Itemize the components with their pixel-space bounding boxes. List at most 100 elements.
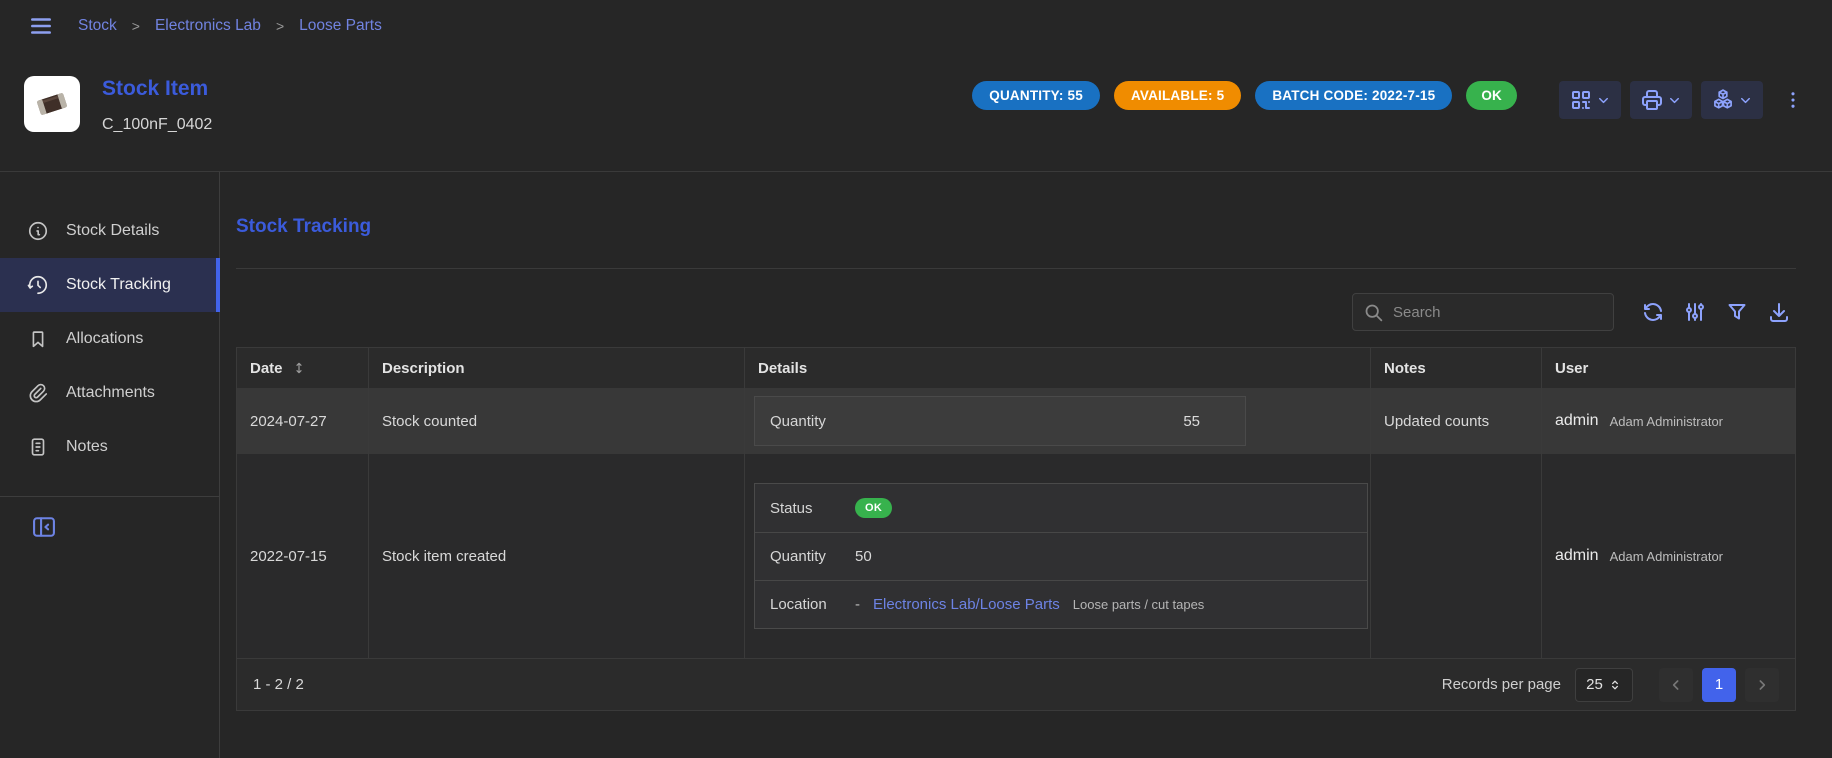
- description-value: Stock counted: [382, 413, 477, 430]
- main-panel: Stock Tracking: [220, 172, 1832, 758]
- breadcrumb-loose-parts[interactable]: Loose Parts: [299, 17, 382, 35]
- notes-cell: [1370, 454, 1541, 658]
- selector-icon: [1608, 678, 1622, 692]
- bookmark-icon: [27, 328, 49, 350]
- next-page-button[interactable]: [1745, 668, 1779, 702]
- filter-button[interactable]: [1720, 295, 1754, 329]
- sidebar-item-label: Stock Details: [66, 222, 159, 240]
- detail-row-quantity: Quantity 55: [755, 397, 1245, 445]
- column-header-label: Notes: [1384, 360, 1426, 377]
- breadcrumb-separator: >: [276, 18, 284, 34]
- chevron-left-icon: [1668, 677, 1684, 693]
- search-input[interactable]: [1393, 304, 1603, 321]
- table-header-row: Date Description Details Notes User: [237, 348, 1795, 388]
- column-header-user: User: [1541, 348, 1795, 388]
- column-header-details: Details: [744, 348, 1370, 388]
- sidebar-item-stock-tracking[interactable]: Stock Tracking: [0, 258, 219, 312]
- search-icon: [1363, 302, 1384, 323]
- records-per-page-label: Records per page: [1442, 676, 1561, 693]
- column-header-label: Details: [758, 360, 807, 377]
- sort-icon: [291, 360, 307, 376]
- column-header-label: Date: [250, 360, 283, 377]
- description-value: Stock item created: [382, 548, 506, 565]
- page-header: Stock Item C_100nF_0402 QUANTITY: 55 AVA…: [0, 52, 1832, 172]
- column-header-label: Description: [382, 360, 465, 377]
- detail-value: 50: [855, 548, 872, 565]
- table-row[interactable]: 2024-07-27 Stock counted Quantity 55 Upd…: [237, 388, 1795, 454]
- printer-icon: [1640, 88, 1664, 112]
- detail-label: Quantity: [755, 548, 855, 565]
- status-ok-chip: OK: [855, 498, 892, 518]
- adjustments-icon: [1683, 300, 1707, 324]
- description-cell: Stock counted: [368, 388, 744, 454]
- chevron-down-icon: [1596, 93, 1611, 108]
- notes-cell: Updated counts: [1370, 388, 1541, 454]
- location-link[interactable]: Electronics Lab/Loose Parts: [873, 596, 1060, 613]
- barcode-actions-button[interactable]: [1559, 81, 1621, 119]
- detail-row-status: Status OK: [755, 484, 1367, 532]
- notes-icon: [27, 436, 49, 458]
- menu-icon[interactable]: [24, 9, 58, 43]
- date-cell: 2024-07-27: [237, 388, 368, 454]
- status-ok-badge: OK: [1466, 81, 1517, 110]
- top-bar: Stock > Electronics Lab > Loose Parts: [0, 0, 1832, 52]
- stock-actions-button[interactable]: [1701, 81, 1763, 119]
- sidebar-item-label: Allocations: [66, 330, 143, 348]
- user-cell: admin Adam Administrator: [1541, 388, 1795, 454]
- history-icon: [27, 274, 49, 296]
- column-settings-button[interactable]: [1678, 295, 1712, 329]
- paperclip-icon: [27, 382, 49, 404]
- download-button[interactable]: [1762, 295, 1796, 329]
- date-cell: 2022-07-15: [237, 454, 368, 658]
- table-row[interactable]: 2022-07-15 Stock item created Status OK …: [237, 454, 1795, 658]
- page-1-button[interactable]: 1: [1702, 668, 1736, 702]
- previous-page-button[interactable]: [1659, 668, 1693, 702]
- sidebar-item-allocations[interactable]: Allocations: [0, 312, 219, 366]
- sidebar-item-label: Attachments: [66, 384, 155, 402]
- breadcrumb-electronics-lab[interactable]: Electronics Lab: [155, 17, 261, 35]
- chevron-down-icon: [1738, 93, 1753, 108]
- sidebar-item-stock-details[interactable]: Stock Details: [0, 204, 219, 258]
- refresh-button[interactable]: [1636, 295, 1670, 329]
- sidebar-collapse-button[interactable]: [30, 513, 58, 541]
- column-header-date[interactable]: Date: [237, 348, 368, 388]
- details-cell: Quantity 55: [744, 388, 1370, 454]
- part-thumbnail[interactable]: [24, 76, 80, 132]
- location-description: Loose parts / cut tapes: [1073, 597, 1205, 612]
- table-footer: 1 - 2 / 2 Records per page 25 1: [237, 658, 1795, 710]
- sidebar-item-attachments[interactable]: Attachments: [0, 366, 219, 420]
- info-icon: [27, 220, 49, 242]
- description-cell: Stock item created: [368, 454, 744, 658]
- sidebar-divider: [0, 496, 219, 497]
- print-actions-button[interactable]: [1630, 81, 1692, 119]
- sidebar-item-notes[interactable]: Notes: [0, 420, 219, 474]
- batch-code-badge: BATCH CODE: 2022-7-15: [1255, 81, 1452, 110]
- detail-row-location: Location - Electronics Lab/Loose Parts L…: [755, 580, 1367, 628]
- column-header-description: Description: [368, 348, 744, 388]
- status-badges: QUANTITY: 55 AVAILABLE: 5 BATCH CODE: 20…: [972, 81, 1517, 110]
- refresh-icon: [1641, 300, 1665, 324]
- column-header-label: User: [1555, 360, 1588, 377]
- sidebar: Stock Details Stock Tracking Allocations…: [0, 172, 220, 758]
- detail-label: Status: [755, 500, 855, 517]
- available-badge: AVAILABLE: 5: [1114, 81, 1241, 110]
- detail-label: Quantity: [755, 413, 855, 430]
- record-range: 1 - 2 / 2: [253, 676, 304, 693]
- stock-tracking-table: Date Description Details Notes User 2024…: [236, 347, 1796, 711]
- dash: -: [855, 596, 860, 613]
- more-actions-button[interactable]: [1778, 81, 1808, 119]
- detail-label: Location: [755, 596, 855, 613]
- detail-value: 55: [855, 413, 1245, 430]
- page-title: Stock Item: [102, 77, 212, 101]
- detail-row-quantity: Quantity 50: [755, 532, 1367, 580]
- date-value: 2024-07-27: [250, 413, 327, 430]
- search-box: [1352, 293, 1614, 331]
- breadcrumb-stock[interactable]: Stock: [78, 17, 117, 35]
- app-window: Stock > Electronics Lab > Loose Parts: [0, 0, 1832, 758]
- heading-divider: [236, 268, 1796, 269]
- header-actions: [1559, 81, 1808, 119]
- section-heading: Stock Tracking: [236, 216, 1796, 238]
- filter-icon: [1725, 300, 1749, 324]
- records-per-page-select[interactable]: 25: [1575, 668, 1633, 702]
- column-header-notes: Notes: [1370, 348, 1541, 388]
